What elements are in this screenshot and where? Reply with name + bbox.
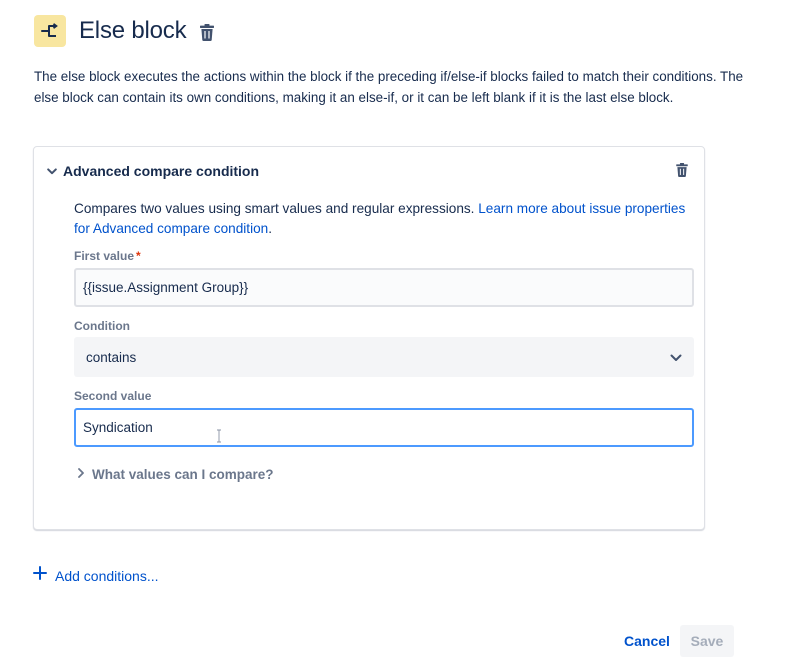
- condition-description: Compares two values using smart values a…: [74, 199, 700, 238]
- page-title: Else block: [79, 17, 187, 44]
- first-value-label-text: First value: [74, 249, 135, 263]
- condition-card-title: Advanced compare condition: [63, 163, 260, 179]
- what-values-label: What values can I compare?: [92, 466, 274, 482]
- text-cursor-icon: [216, 429, 222, 443]
- block-description: The else block executes the actions with…: [34, 69, 744, 105]
- cancel-button[interactable]: Cancel: [615, 625, 679, 657]
- add-conditions-label: Add conditions...: [55, 567, 159, 584]
- second-value-text: Syndication: [83, 420, 153, 435]
- save-button[interactable]: Save: [680, 625, 734, 657]
- condition-card: Advanced compare condition Compares two …: [33, 146, 705, 530]
- branch-icon: [34, 15, 66, 47]
- else-block-editor: Else block The else block executes the a…: [0, 0, 801, 667]
- first-value-input[interactable]: {{issue.Assignment Group}}: [74, 268, 694, 307]
- trash-icon[interactable]: [674, 162, 690, 178]
- first-value-text: {{issue.Assignment Group}}: [83, 280, 249, 295]
- condition-description-text: Compares two values using smart values a…: [74, 201, 479, 216]
- plus-icon: [33, 566, 47, 585]
- chevron-down-icon: [46, 165, 58, 177]
- condition-label: Condition: [74, 319, 130, 333]
- trash-icon[interactable]: [198, 23, 216, 41]
- page-header: Else block: [34, 15, 216, 47]
- first-value-label: First value *: [74, 249, 141, 263]
- chevron-down-icon: [670, 350, 682, 365]
- condition-select[interactable]: contains: [74, 337, 694, 377]
- chevron-right-icon: [78, 465, 84, 483]
- condition-card-toggle[interactable]: Advanced compare condition: [46, 163, 259, 179]
- condition-selected-value: contains: [86, 349, 137, 365]
- required-marker: *: [136, 249, 141, 263]
- what-values-expander[interactable]: What values can I compare?: [78, 465, 274, 483]
- second-value-label: Second value: [74, 389, 152, 403]
- condition-description-end: .: [268, 220, 272, 236]
- second-value-input[interactable]: Syndication: [74, 408, 694, 447]
- add-conditions-button[interactable]: Add conditions...: [33, 566, 159, 585]
